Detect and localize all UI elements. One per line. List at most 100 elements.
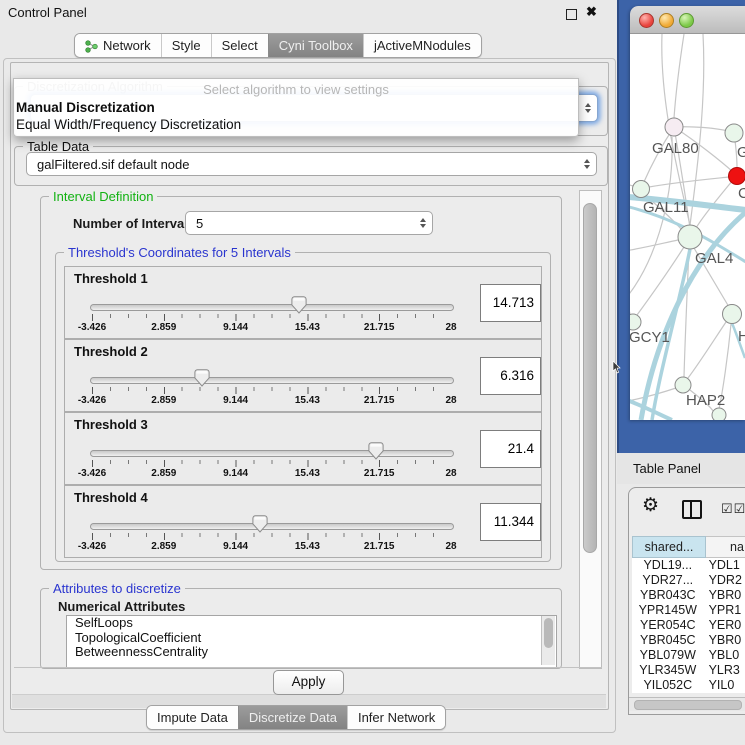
tab-infer-network[interactable]: Infer Network bbox=[347, 706, 445, 729]
node-gal4[interactable] bbox=[678, 225, 702, 249]
node-gal11[interactable] bbox=[633, 181, 650, 198]
gear-icon[interactable]: ⚙ bbox=[642, 494, 659, 517]
node-hap2[interactable] bbox=[675, 377, 691, 393]
table-row[interactable]: YDR27... YDR2 bbox=[632, 573, 745, 588]
tab-impute-data[interactable]: Impute Data bbox=[147, 706, 238, 729]
threshold-slider-track[interactable] bbox=[90, 377, 454, 384]
node-red-selected[interactable] bbox=[729, 168, 745, 185]
tab-discretize-data-label: Discretize Data bbox=[249, 710, 337, 725]
attributes-list-items: SelfLoopsTopologicalCoefficientBetweenne… bbox=[67, 616, 556, 660]
table-horizontal-scrollbar-thumb[interactable] bbox=[634, 700, 742, 710]
node-label-hap2: HAP2 bbox=[686, 392, 725, 409]
algorithm-popup-hint: Select algorithm to view settings bbox=[14, 79, 578, 99]
number-of-intervals-combobox[interactable]: 5 bbox=[185, 211, 433, 235]
minimize-traffic-light-icon[interactable] bbox=[659, 13, 674, 28]
apply-button[interactable]: Apply bbox=[273, 670, 344, 695]
table-row[interactable]: YBR043C YBR0 bbox=[632, 588, 745, 603]
control-panel-titlebar: Control Panel ✖ bbox=[0, 0, 618, 26]
threshold-label: Threshold 4 bbox=[74, 490, 148, 505]
table-panel-titlebar: Table Panel bbox=[617, 453, 745, 484]
node-label-c: C bbox=[738, 185, 745, 202]
number-of-intervals-value: 5 bbox=[196, 216, 416, 231]
control-panel-title: Control Panel bbox=[8, 0, 87, 26]
threshold-value-field[interactable]: 14.713 bbox=[480, 284, 541, 322]
algorithm-option-equal-width[interactable]: Equal Width/Frequency Discretization bbox=[14, 116, 578, 133]
table-row[interactable]: YBR045C YBR0 bbox=[632, 633, 745, 648]
table-horizontal-scrollbar[interactable] bbox=[629, 697, 745, 711]
threshold-value-field[interactable]: 6.316 bbox=[480, 357, 541, 395]
table-row[interactable]: YLR345W YLR3 bbox=[632, 663, 745, 678]
attributes-list-scrollbar[interactable] bbox=[541, 616, 555, 665]
table-data-combobox[interactable]: galFiltered.sif default node bbox=[26, 152, 597, 176]
node-label-gal11: GAL11 bbox=[643, 199, 689, 216]
network-window-titlebar[interactable] bbox=[630, 6, 745, 34]
threshold-slider-track[interactable] bbox=[90, 523, 454, 530]
node-label-h: H bbox=[738, 328, 745, 345]
attribute-list-item[interactable]: TopologicalCoefficient bbox=[67, 631, 556, 646]
float-window-icon[interactable] bbox=[566, 9, 577, 20]
threshold-slider-thumb[interactable] bbox=[252, 515, 268, 533]
node-label-gal80: GAL80 bbox=[652, 140, 699, 157]
scale-label: 2.859 bbox=[151, 395, 176, 406]
table-row[interactable]: YBL079W YBL0 bbox=[632, 648, 745, 663]
threshold-label: Threshold 3 bbox=[74, 417, 148, 432]
scale-label: 15.43 bbox=[295, 322, 320, 333]
tab-discretize-data[interactable]: Discretize Data bbox=[238, 706, 347, 729]
tab-select[interactable]: Select bbox=[211, 34, 268, 57]
table-row[interactable]: YIL052C YIL0 bbox=[632, 678, 745, 693]
slider-major-ticks bbox=[92, 387, 451, 394]
tab-jactivemnodules[interactable]: jActiveMNodules bbox=[363, 34, 481, 57]
threshold-slider-thumb[interactable] bbox=[291, 296, 307, 314]
algorithm-option-manual[interactable]: Manual Discretization bbox=[14, 99, 578, 116]
numerical-attributes-label: Numerical Attributes bbox=[58, 599, 185, 614]
close-icon[interactable]: ✖ bbox=[586, 4, 597, 20]
cell-name: YLR3 bbox=[704, 663, 745, 678]
scale-label: 9.144 bbox=[223, 541, 248, 552]
main-vertical-scrollbar-thumb[interactable] bbox=[583, 203, 597, 553]
scale-label: 9.144 bbox=[223, 395, 248, 406]
close-traffic-light-icon[interactable] bbox=[639, 13, 654, 28]
numerical-attributes-list[interactable]: SelfLoopsTopologicalCoefficientBetweenne… bbox=[66, 615, 557, 668]
cell-shared-name: YLR345W bbox=[632, 663, 704, 678]
zoom-traffic-light-icon[interactable] bbox=[679, 13, 694, 28]
threshold-value-field[interactable]: 21.4 bbox=[480, 430, 541, 468]
tab-style[interactable]: Style bbox=[161, 34, 211, 57]
threshold-panel: Threshold 3 -3.426 2.859 9.144 15.43 21.… bbox=[64, 412, 542, 485]
threshold-slider-track[interactable] bbox=[90, 450, 454, 457]
attributes-group-label: Attributes to discretize bbox=[49, 581, 185, 596]
node-bottom[interactable] bbox=[712, 408, 726, 420]
tab-impute-data-label: Impute Data bbox=[157, 710, 228, 725]
split-columns-icon[interactable] bbox=[682, 500, 702, 519]
slider-scale-labels: -3.426 2.859 9.144 15.43 21.715 28 bbox=[92, 468, 451, 479]
threshold-slider-track[interactable] bbox=[90, 304, 454, 311]
tab-infer-network-label: Infer Network bbox=[358, 710, 435, 725]
node-h[interactable] bbox=[723, 305, 742, 324]
bottom-tabbar: Impute Data Discretize Data Infer Networ… bbox=[146, 705, 446, 730]
threshold-slider-thumb[interactable] bbox=[194, 369, 210, 387]
cell-shared-name: YBR043C bbox=[632, 588, 704, 603]
scale-label: 15.43 bbox=[295, 468, 320, 479]
interval-definition-group-label: Interval Definition bbox=[49, 189, 157, 204]
network-canvas[interactable]: GAL80 G C GAL11 GAL4 GCY1 H HAP2 bbox=[630, 34, 745, 420]
table-row[interactable]: YER054C YER0 bbox=[632, 618, 745, 633]
main-vertical-scrollbar[interactable] bbox=[579, 190, 602, 669]
node-gal80[interactable] bbox=[665, 118, 683, 136]
attribute-list-item[interactable]: SelfLoops bbox=[67, 616, 556, 631]
threshold-slider-thumb[interactable] bbox=[368, 442, 384, 460]
scale-label: 2.859 bbox=[151, 541, 176, 552]
scale-label: 9.144 bbox=[223, 322, 248, 333]
scale-label: 21.715 bbox=[364, 322, 395, 333]
threshold-value-field[interactable]: 11.344 bbox=[480, 503, 541, 541]
node-g[interactable] bbox=[725, 124, 743, 142]
attribute-list-item[interactable]: BetweennessCentrality bbox=[67, 645, 556, 660]
tab-network[interactable]: Network bbox=[75, 34, 161, 57]
table-row[interactable]: YDL19... YDL1 bbox=[632, 558, 745, 573]
cell-shared-name: YER054C bbox=[632, 618, 704, 633]
select-columns-icon[interactable]: ☑☑ bbox=[721, 501, 745, 517]
attributes-list-scrollbar-thumb[interactable] bbox=[544, 618, 553, 648]
table-column-name[interactable]: na bbox=[706, 536, 745, 558]
node-gcy1[interactable] bbox=[630, 314, 641, 330]
table-row[interactable]: YPR145W YPR1 bbox=[632, 603, 745, 618]
table-column-shared-name[interactable]: shared... bbox=[632, 536, 706, 558]
tab-cyni-toolbox[interactable]: Cyni Toolbox bbox=[268, 34, 363, 57]
